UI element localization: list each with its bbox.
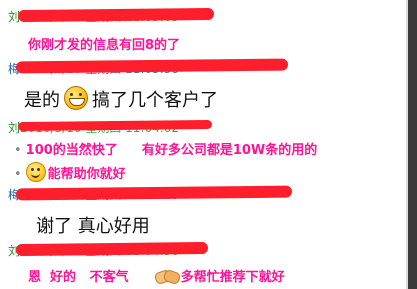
message-text: 谢了 真心好用 <box>36 216 150 237</box>
message-text: 是的 <box>24 90 60 111</box>
message-text: 你刚才发的信息有回8的了 <box>28 38 181 53</box>
grinning-face-icon <box>64 86 88 110</box>
redaction-mark <box>15 241 209 257</box>
handshake-icon <box>153 268 182 286</box>
window-border <box>406 0 417 289</box>
message-content: 是的 搞了几个客户了 <box>24 86 218 112</box>
message-line: • 100的当然快了 有好多公司都是10W条的用的 <box>14 139 317 158</box>
message-text: 能帮助你就好 <box>47 167 126 182</box>
chat-message-area[interactable]: 刘2016/3/10 星期四 11:03:05 你刚才发的信息有回8的了 梅20… <box>0 0 406 289</box>
message-line: 恩 好的 不客气 多帮忙推荐下就好 <box>28 266 285 286</box>
message-text: 有好多公司都是10W条的用的 <box>141 143 318 158</box>
redaction-mark <box>17 7 215 23</box>
message-line: • 能帮助你就好 <box>14 162 126 182</box>
bullet-marker: • <box>14 167 22 182</box>
message-text: 100的当然快了 <box>25 143 118 158</box>
redaction-mark <box>15 185 293 201</box>
message-text: 恩 好的 不客气 <box>28 270 129 285</box>
redaction-mark <box>15 58 289 74</box>
bullet-marker: • <box>14 143 22 158</box>
smiling-face-icon <box>25 162 46 182</box>
redaction-mark <box>17 119 213 132</box>
message-text: 多帮忙推荐下就好 <box>180 270 285 285</box>
message-text: 搞了几个客户了 <box>92 90 218 111</box>
